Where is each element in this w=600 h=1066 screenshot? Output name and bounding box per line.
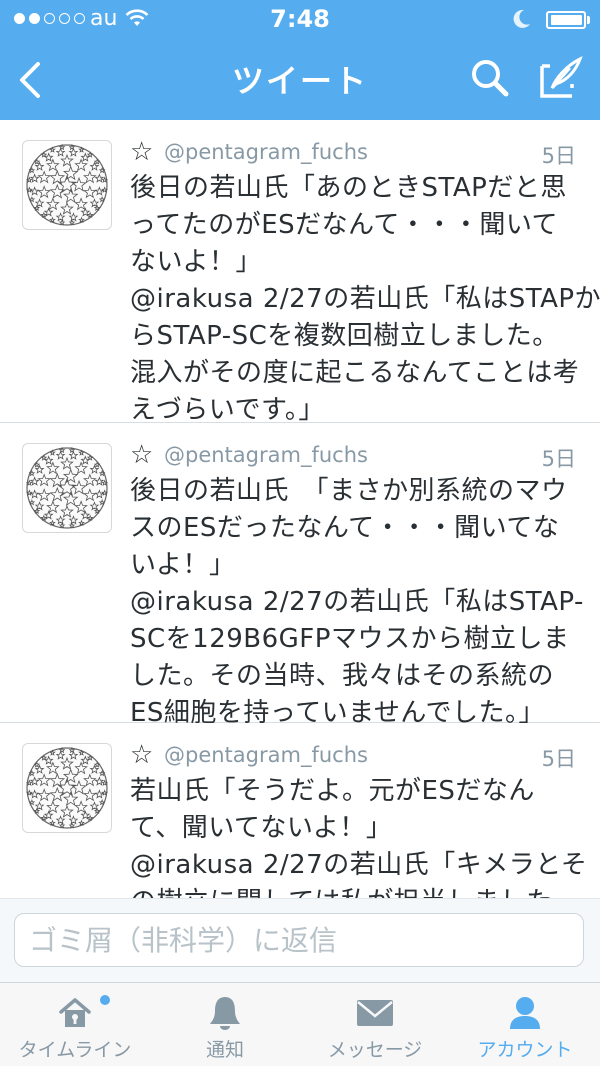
tweet-handle[interactable]: @pentagram_fuchs: [164, 140, 368, 164]
do-not-disturb-moon-icon: [512, 8, 532, 36]
tab-messages[interactable]: メッセージ: [300, 983, 450, 1066]
status-time: 7:48: [270, 5, 330, 33]
tab-bar: タイムライン 通知 メッセージ アカウント: [0, 982, 600, 1066]
tweet-handle[interactable]: @pentagram_fuchs: [164, 443, 368, 467]
avatar[interactable]: [22, 743, 112, 833]
reply-bar: [0, 898, 600, 983]
tweet-header: ☆ @pentagram_fuchs 5日: [130, 136, 578, 170]
notification-dot: [100, 995, 110, 1005]
hyperbolic-star-tiling-avatar-icon: [25, 746, 109, 829]
favorite-star-icon[interactable]: ☆: [130, 441, 153, 469]
tab-label: タイムライン: [18, 1039, 132, 1061]
tweet-text: 後日の若山氏「あのときSTAPだと思 ってたのがESだなんて・・・聞いて ないよ…: [130, 173, 600, 425]
bell-icon: [210, 997, 240, 1030]
tweet-time: 5日: [541, 144, 576, 168]
tweet-header: ☆ @pentagram_fuchs 5日: [130, 739, 578, 773]
top-bar: au 7:48 ツイート: [0, 0, 600, 120]
tweet-item[interactable]: ☆ @pentagram_fuchs 5日 後日の若山氏 「まさか別系統のマウ …: [0, 423, 600, 728]
tweet-list: ☆ @pentagram_fuchs 5日 後日の若山氏「あのときSTAPだと思…: [0, 120, 600, 898]
tweet-item[interactable]: ☆ @pentagram_fuchs 5日 後日の若山氏「あのときSTAPだと思…: [0, 120, 600, 425]
hyperbolic-star-tiling-avatar-icon: [25, 143, 109, 226]
favorite-star-icon[interactable]: ☆: [130, 741, 153, 769]
battery-nub: [587, 16, 590, 24]
favorite-star-icon[interactable]: ☆: [130, 138, 153, 166]
tab-notifications[interactable]: 通知: [150, 983, 300, 1066]
tweet-text: 後日の若山氏 「まさか別系統のマウ スのESだったなんて・・・聞いてな いよ！」…: [130, 476, 584, 728]
tab-account[interactable]: アカウント: [450, 983, 600, 1066]
compose-icon: [540, 55, 583, 98]
hyperbolic-star-tiling-avatar-icon: [25, 446, 109, 529]
envelope-icon: [357, 1000, 393, 1026]
tweet-text: 若山氏「そうだよ。元がESだなん て、聞いてないよ！」 @irakusa 2/2…: [130, 776, 588, 898]
person-icon: [510, 997, 540, 1029]
nav-bar: ツイート: [0, 40, 600, 120]
tweet-time: 5日: [541, 447, 576, 471]
tweet-header: ☆ @pentagram_fuchs 5日: [130, 439, 578, 473]
tab-label: アカウント: [477, 1039, 573, 1061]
compose-button[interactable]: [536, 54, 584, 102]
battery-icon: [546, 11, 586, 29]
home-icon: [59, 998, 91, 1027]
tab-label: メッセージ: [327, 1039, 423, 1061]
avatar[interactable]: [22, 140, 112, 230]
tab-label: 通知: [205, 1039, 244, 1061]
tweet-time: 5日: [541, 747, 576, 771]
status-bar: au 7:48: [0, 0, 600, 40]
tweet-handle[interactable]: @pentagram_fuchs: [164, 743, 368, 767]
reply-input[interactable]: [14, 913, 584, 967]
search-button[interactable]: [468, 56, 512, 100]
search-icon: [472, 60, 509, 97]
tab-timeline[interactable]: タイムライン: [0, 983, 150, 1066]
tweet-item[interactable]: ☆ @pentagram_fuchs 5日 若山氏「そうだよ。元がESだなん て…: [0, 723, 600, 898]
avatar[interactable]: [22, 443, 112, 533]
